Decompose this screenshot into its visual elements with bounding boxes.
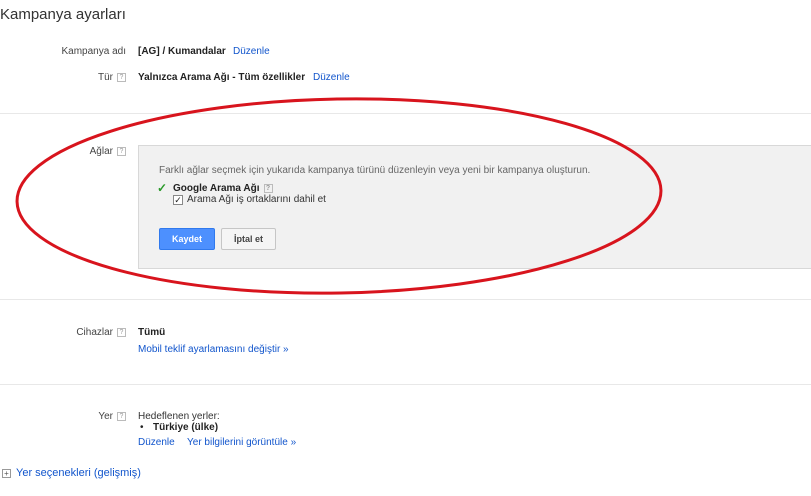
location-edit-link[interactable]: Düzenle [138, 437, 175, 448]
google-search-network-label: Google Arama Ağı [173, 183, 260, 194]
networks-edit-panel [138, 145, 811, 269]
campaign-name-label: Kampanya adı [61, 46, 127, 57]
checkmark-icon: ✓ [157, 181, 168, 195]
networks-note: Farklı ağlar seçmek için yukarıda kampan… [159, 165, 591, 176]
section-divider [0, 113, 811, 114]
section-divider [0, 299, 811, 300]
page-title: Kampanya ayarları [0, 6, 126, 23]
type-edit-link[interactable]: Düzenle [313, 72, 350, 83]
type-label-row: Tür? [20, 72, 126, 83]
advanced-location-options-link[interactable]: Yer seçenekleri (gelişmiş) [16, 467, 141, 479]
devices-label: Cihazlar [76, 327, 113, 338]
view-location-info-link[interactable]: Yer bilgilerini görüntüle » [187, 437, 296, 448]
mobile-bid-adjustment-link[interactable]: Mobil teklif ayarlamasını değiştir » [138, 344, 289, 355]
networks-label-row: Ağlar? [20, 146, 126, 157]
section-divider [0, 384, 811, 385]
help-icon[interactable]: ? [263, 184, 273, 193]
type-label: Tür [98, 72, 113, 83]
networks-label: Ağlar [89, 146, 113, 157]
google-search-network-row: Google Arama Ağı? [173, 183, 273, 194]
location-label: Yer [98, 411, 113, 422]
search-partners-checkbox[interactable]: ✓ [173, 195, 183, 205]
type-value: Yalnızca Arama Ağı - Tüm özellikler [138, 72, 306, 83]
targeted-location-value: Türkiye (ülke) [153, 422, 219, 433]
targeted-locations-label: Hedeflenen yerler: [138, 411, 220, 422]
campaign-name-value: [AG] / Kumandalar [138, 46, 226, 57]
bullet-icon: • [140, 422, 144, 433]
help-icon[interactable]: ? [117, 328, 126, 337]
help-icon[interactable]: ? [117, 147, 126, 156]
location-label-row: Yer? [20, 411, 126, 422]
cancel-button[interactable]: İptal et [221, 228, 276, 250]
help-icon[interactable]: ? [117, 73, 126, 82]
devices-value: Tümü [138, 327, 166, 338]
search-partners-label: Arama Ağı iş ortaklarını dahil et [187, 194, 326, 205]
expand-plus-icon[interactable]: + [2, 469, 11, 478]
help-icon[interactable]: ? [117, 412, 126, 421]
devices-label-row: Cihazlar? [20, 327, 126, 338]
campaign-name-edit-link[interactable]: Düzenle [233, 46, 270, 57]
save-button[interactable]: Kaydet [159, 228, 215, 250]
